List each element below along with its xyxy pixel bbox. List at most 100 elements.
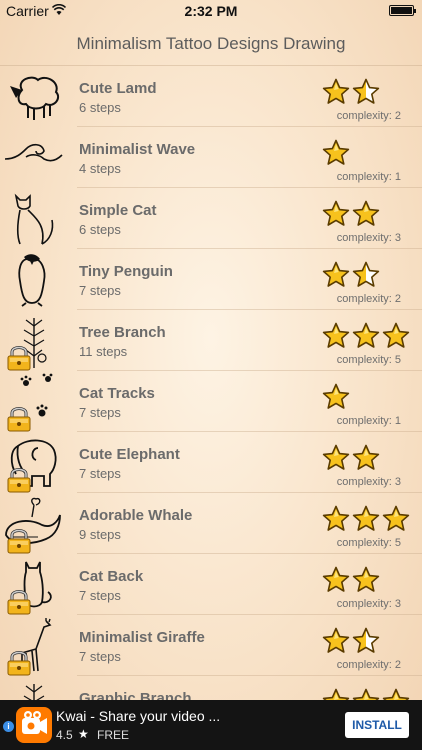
complexity-label: complexity: 1 [336,415,401,427]
item-steps: 6 steps [79,222,121,237]
lock-icon [7,405,31,432]
rating-stars [322,383,422,413]
ad-app-title[interactable]: Kwai - Share your video ... [56,708,220,724]
item-title: Adorable Whale [79,507,193,524]
branch-icon [2,678,64,700]
item-title: Tree Branch [79,324,166,341]
ad-banner[interactable]: i Kwai - Share your video ... 4.5 ★ FREE… [0,700,422,750]
star-full-icon [322,261,350,289]
item-steps: 7 steps [79,466,121,481]
star-full-icon [382,505,410,533]
list-item[interactable]: Minimalist Giraffe 7 steps complexity: 2 [0,615,422,676]
complexity-label: complexity: 5 [336,537,401,549]
rating-stars [322,627,422,657]
item-steps: 7 steps [79,588,121,603]
star-half-icon [352,627,380,655]
star-full-icon [322,566,350,594]
list-item[interactable]: Graphic Branch [0,676,422,700]
item-title: Minimalist Giraffe [79,629,205,646]
star-full-icon [382,688,410,700]
complexity-label: complexity: 1 [336,171,401,183]
list-item[interactable]: Adorable Whale 9 steps complexity: 5 [0,493,422,554]
design-list: Cute Lamd 6 steps complexity: 2 Minimalist … [0,66,422,700]
lock-icon [7,527,31,554]
complexity-label: complexity: 3 [336,476,401,488]
page-title: Minimalism Tattoo Designs Drawing [0,22,422,66]
install-button[interactable]: INSTALL [345,712,409,738]
item-steps: 4 steps [79,161,121,176]
list-item[interactable]: Cat Tracks 7 steps complexity: 1 [0,371,422,432]
complexity-label: complexity: 3 [336,232,401,244]
rating-stars [322,261,422,291]
item-steps: 7 steps [79,283,121,298]
rating-stars [322,688,422,700]
battery-icon [389,5,416,16]
ad-rating: 4.5 [56,728,73,742]
ad-price: FREE [97,728,130,742]
star-full-icon [352,444,380,472]
list-item[interactable]: Simple Cat 6 steps complexity: 3 [0,188,422,249]
star-full-icon [322,322,350,350]
list-item[interactable]: Tiny Penguin 7 steps complexity: 2 [0,249,422,310]
rating-stars [322,200,422,230]
star-full-icon [322,78,350,106]
rating-stars [322,78,422,108]
list-item[interactable]: Tree Branch 11 steps complexity: 5 [0,310,422,371]
item-title: Cat Tracks [79,385,155,402]
rating-stars [322,139,422,169]
item-title: Cute Lamd [79,80,157,97]
star-full-icon [352,566,380,594]
list-item[interactable]: Cat Back 7 steps complexity: 3 [0,554,422,615]
lock-icon [7,649,31,676]
star-half-icon [352,78,380,106]
star-full-icon [322,688,350,700]
star-full-icon [322,383,350,411]
complexity-label: complexity: 2 [336,110,401,122]
penguin-icon [2,251,64,308]
complexity-label: complexity: 5 [336,354,401,366]
cat-icon [2,190,64,247]
lock-icon [7,466,31,493]
rating-stars [322,444,422,474]
star-full-icon [382,322,410,350]
star-half-icon [352,261,380,289]
complexity-label: complexity: 3 [336,598,401,610]
item-title: Graphic Branch [79,690,192,700]
star-full-icon [322,627,350,655]
item-steps: 6 steps [79,100,121,115]
item-steps: 11 steps [79,344,128,359]
item-steps: 7 steps [79,649,121,664]
lock-icon [7,344,31,371]
rating-stars [322,505,422,535]
star-full-icon [322,200,350,228]
star-full-icon [352,505,380,533]
complexity-label: complexity: 2 [336,659,401,671]
list-item[interactable]: Minimalist Wave 4 steps complexity: 1 [0,127,422,188]
star-full-icon [322,444,350,472]
item-steps: 7 steps [79,405,121,420]
item-title: Tiny Penguin [79,263,173,280]
star-full-icon [322,139,350,167]
item-title: Minimalist Wave [79,141,196,158]
lamb-icon [2,68,64,125]
list-item[interactable]: Cute Elephant 7 steps complexity: 3 [0,432,422,493]
rating-stars [322,566,422,596]
wave-icon [2,129,64,186]
star-full-icon [352,322,380,350]
item-title: Cat Back [79,568,144,585]
item-title: Cute Elephant [79,446,180,463]
item-steps: 9 steps [79,527,121,542]
star-full-icon [322,505,350,533]
ad-info-icon[interactable]: i [3,721,14,732]
kwai-app-logo[interactable] [16,707,52,743]
lock-icon [7,588,31,615]
status-bar: Carrier 2:32 PM [0,0,422,22]
item-title: Simple Cat [79,202,157,219]
complexity-label: complexity: 2 [336,293,401,305]
rating-stars [322,322,422,352]
rating-star-icon: ★ [78,727,89,741]
star-full-icon [352,688,380,700]
star-full-icon [352,200,380,228]
clock: 2:32 PM [184,3,238,19]
list-item[interactable]: Cute Lamd 6 steps complexity: 2 [0,66,422,127]
